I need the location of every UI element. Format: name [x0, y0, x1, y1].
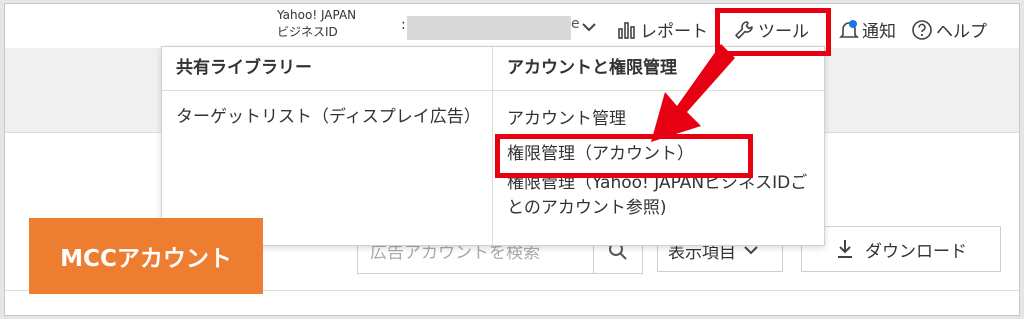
arrow-icon [651, 44, 735, 142]
business-id-tail: e [571, 16, 580, 32]
notification-menu[interactable]: 通知 [839, 17, 896, 42]
download-label: ダウンロード [865, 241, 967, 262]
shared-library-heading: 共有ライブラリー [162, 47, 492, 91]
menu-item-target-list[interactable]: ターゲットリスト（ディスプレイ広告） [162, 91, 492, 130]
chevron-down-icon[interactable] [581, 20, 597, 34]
business-id-colon: : [401, 17, 406, 33]
help-label: ヘルプ [936, 22, 987, 42]
help-circle-icon [912, 19, 932, 40]
business-id-label-line2: ビジネスID [277, 25, 338, 39]
top-header: Yahoo! JAPAN ビジネスID : e レポート ツール 通知 ヘルプ [5, 4, 1019, 48]
bell-icon [839, 19, 859, 38]
shared-library-column: 共有ライブラリー ターゲットリスト（ディスプレイ広告） [162, 47, 493, 245]
notification-label: 通知 [862, 22, 896, 42]
mcc-account-badge: MCCアカウント [29, 218, 263, 294]
download-button[interactable]: ダウンロード [801, 226, 1001, 272]
report-menu[interactable]: レポート [617, 17, 708, 42]
business-id-label: Yahoo! JAPAN ビジネスID [277, 7, 356, 41]
help-menu[interactable]: ヘルプ [911, 17, 987, 42]
report-label: レポート [640, 22, 708, 42]
bar-chart-icon [618, 21, 635, 39]
screenshot-frame: Yahoo! JAPAN ビジネスID : e レポート ツール 通知 ヘルプ … [4, 3, 1020, 316]
business-id-label-line1: Yahoo! JAPAN [277, 8, 357, 22]
download-icon [838, 240, 852, 258]
business-id-redacted [407, 16, 571, 40]
